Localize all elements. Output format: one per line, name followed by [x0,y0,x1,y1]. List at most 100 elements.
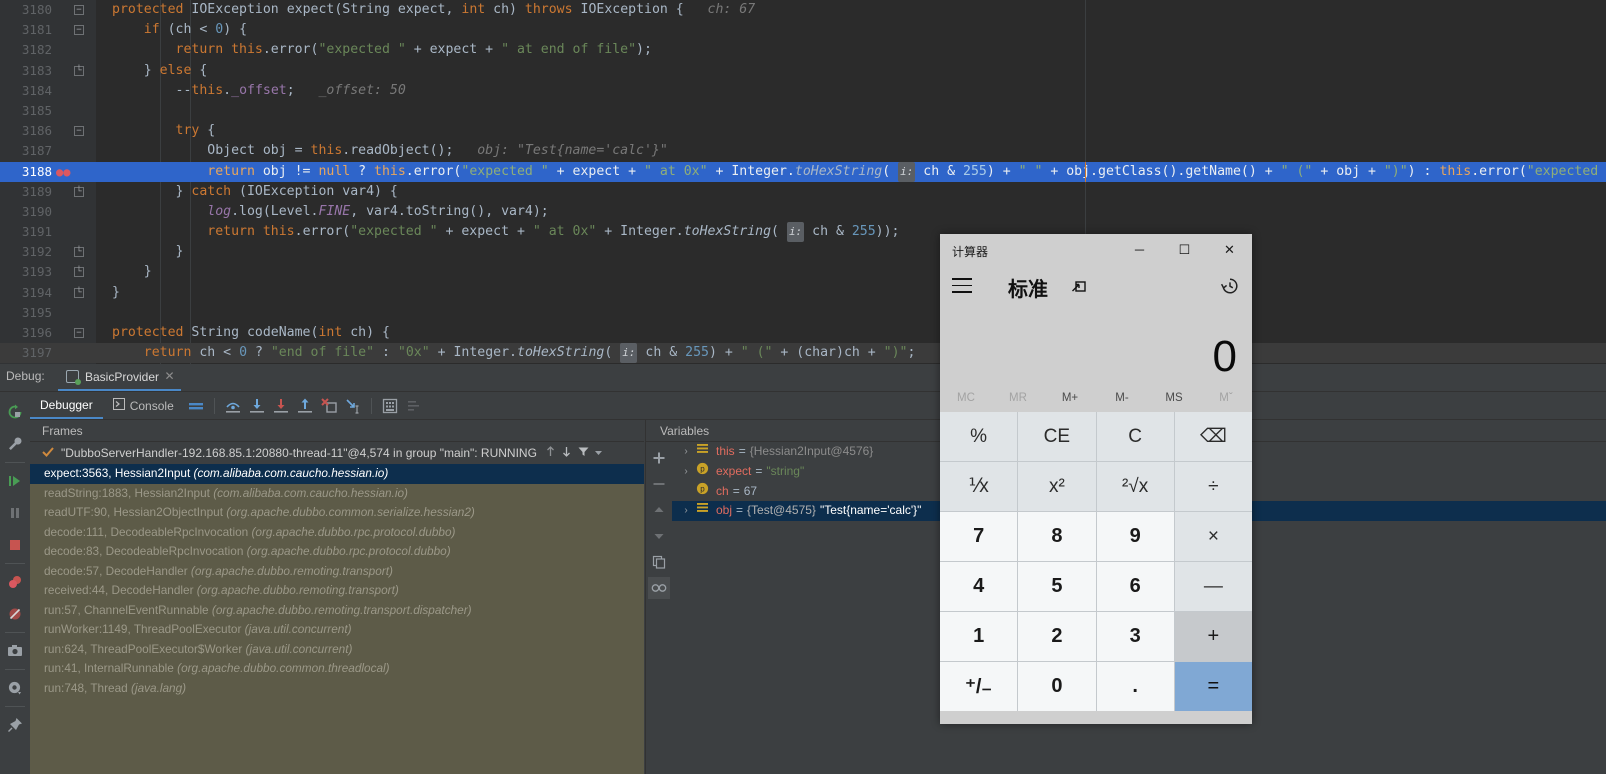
watches-icon[interactable] [648,577,670,599]
settings-gear-icon[interactable] [2,675,28,701]
key-square-root[interactable]: ²√x [1096,462,1174,511]
key-9[interactable]: 9 [1096,512,1174,561]
arrow-up-icon[interactable] [544,446,560,461]
hamburger-menu-icon[interactable] [952,278,972,294]
minimize-button[interactable]: ─ [1117,234,1162,265]
key-add[interactable]: + [1174,612,1252,661]
key-1[interactable]: 1 [940,612,1018,661]
calculator-memory-row[interactable]: MC MR M+ M- MS Mˇ [940,384,1252,412]
key-percent[interactable]: % [940,412,1018,461]
settings-list-icon[interactable] [402,394,426,418]
rerun-icon[interactable] [2,399,28,425]
memory-button-m[interactable]: M- [1096,384,1148,412]
code-line[interactable]: 3186 try { [0,121,1606,141]
debug-tool-window[interactable]: Debug: BasicProvider ✕ Debugger Console … [0,364,1606,774]
frame-row[interactable]: received:44, DecodeHandler (org.apache.d… [30,581,644,601]
pin-icon[interactable] [2,712,28,738]
calculator-keypad[interactable]: % CE C ⌫ ⅟x x² ²√x ÷ 7 8 9 × 4 5 6— 1 2 3 + ⁺/₋ 0. = [940,412,1252,711]
frame-row[interactable]: run:748, Thread (java.lang) [30,679,644,699]
code-line[interactable]: 3187 Object obj = this.readObject(); obj… [0,141,1606,161]
frames-tools[interactable] [544,445,604,461]
thread-selector[interactable]: "DubboServerHandler-192.168.85.1:20880-t… [30,442,644,464]
code-fold-toggle[interactable] [74,126,84,137]
key-sign[interactable]: ⁺/₋ [940,662,1018,711]
frame-row[interactable]: expect:3563, Hessian2Input (com.alibaba.… [30,464,644,484]
run-to-cursor-icon[interactable] [341,394,365,418]
key-divide[interactable]: ÷ [1174,462,1252,511]
key-8[interactable]: 8 [1018,512,1096,561]
code-fold-toggle[interactable] [74,267,84,278]
key-subtract[interactable]: — [1174,562,1252,611]
code-fold-toggle[interactable] [74,186,84,197]
code-line[interactable]: 3189 } catch (IOException var4) { [0,182,1606,202]
frame-row[interactable]: readString:1883, Hessian2Input (com.alib… [30,484,644,504]
wrench-icon[interactable] [2,431,28,457]
code-line[interactable]: 3190 log.log(Level.FINE, var4.toString()… [0,202,1606,222]
key-square[interactable]: x² [1018,462,1096,511]
view-breakpoints-icon[interactable] [2,569,28,595]
code-line[interactable]: 3195 [0,303,1606,323]
memory-button-m[interactable]: M+ [1044,384,1096,412]
key-backspace[interactable]: ⌫ [1174,412,1252,461]
code-fold-toggle[interactable] [74,65,84,76]
debugger-toolbar[interactable]: Debugger Console [30,392,1606,420]
frame-row[interactable]: run:41, InternalRunnable (org.apache.dub… [30,659,644,679]
mute-breakpoints-icon[interactable] [2,601,28,627]
camera-icon[interactable] [2,638,28,664]
maximize-button[interactable]: ☐ [1162,234,1207,265]
code-line[interactable]: 3196 protected String codeName(int ch) { [0,323,1606,343]
frame-row[interactable]: run:57, ChannelEventRunnable (org.apache… [30,601,644,621]
chevron-down-icon[interactable] [593,447,604,461]
close-button[interactable]: ✕ [1207,234,1252,265]
frame-row[interactable]: decode:57, DecodeHandler (org.apache.dub… [30,562,644,582]
drop-frame-icon[interactable] [317,394,341,418]
frames-list[interactable]: expect:3563, Hessian2Input (com.alibaba.… [30,464,644,774]
key-6[interactable]: 6 [1096,562,1174,611]
frame-row[interactable]: runWorker:1149, ThreadPoolExecutor (java… [30,620,644,640]
expand-twisty-icon[interactable]: › [680,442,692,462]
key-decimal[interactable]: . [1096,662,1174,711]
pause-icon[interactable] [2,500,28,526]
key-2[interactable]: 2 [1018,612,1096,661]
stop-icon[interactable] [2,532,28,558]
key-5[interactable]: 5 [1018,562,1096,611]
force-step-into-icon[interactable] [269,394,293,418]
keep-on-top-icon[interactable] [1070,278,1088,301]
code-fold-toggle[interactable] [74,328,84,338]
frame-row[interactable]: readUTF:90, Hessian2ObjectInput (org.apa… [30,503,644,523]
key-clear-entry[interactable]: CE [1018,412,1096,461]
key-multiply[interactable]: × [1174,512,1252,561]
expand-twisty-icon[interactable]: › [680,462,692,482]
code-fold-toggle[interactable] [74,5,84,15]
tab-debugger[interactable]: Debugger [30,392,103,419]
frame-row[interactable]: run:624, ThreadPoolExecutor$Worker (java… [30,640,644,660]
code-fold-toggle[interactable] [74,247,84,258]
arrow-down-icon[interactable] [560,447,576,461]
key-equals[interactable]: = [1174,662,1252,711]
debug-left-rail[interactable] [0,392,30,774]
code-line[interactable]: 3183 } else { [0,61,1606,81]
key-3[interactable]: 3 [1096,612,1174,661]
code-line[interactable]: 3180 protected IOException expect(String … [0,0,1606,20]
minus-icon[interactable] [648,473,670,495]
code-editor[interactable]: 3180 protected IOException expect(String … [0,0,1606,364]
frames-pane[interactable]: Frames "DubboServerHandler-192.168.85.1:… [30,420,644,774]
arrow-up-icon[interactable] [648,499,670,521]
plus-icon[interactable] [648,447,670,469]
code-line[interactable]: 3191 return this.error("expected " + exp… [0,222,1606,243]
tab-console[interactable]: Console [103,392,184,419]
expand-twisty-icon[interactable]: › [680,501,692,521]
key-4[interactable]: 4 [940,562,1018,611]
memory-button-mc[interactable]: MC [940,384,992,412]
arrow-down-icon[interactable] [648,525,670,547]
code-line[interactable]: 3185 [0,101,1606,121]
calculator-titlebar[interactable]: 计算器 ─ ☐ ✕ [940,234,1252,266]
frame-row[interactable]: decode:111, DecodeableRpcInvocation (org… [30,523,644,543]
code-line[interactable]: 3188 ●● return obj != null ? this.error("… [0,161,1606,182]
history-icon[interactable] [1220,276,1240,301]
key-reciprocal[interactable]: ⅟x [940,462,1018,511]
memory-button-ms[interactable]: MS [1148,384,1200,412]
key-0[interactable]: 0 [1018,662,1096,711]
evaluate-expression-icon[interactable] [378,394,402,418]
close-icon[interactable]: ✕ [164,370,175,382]
